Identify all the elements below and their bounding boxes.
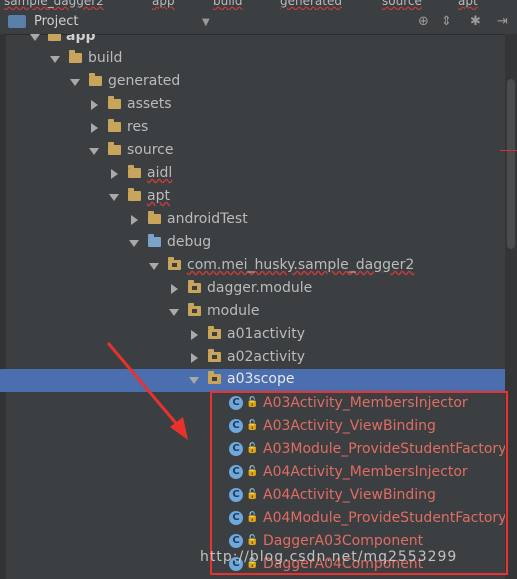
tree-label-dagger-module: dagger.module xyxy=(207,280,313,296)
folder-icon xyxy=(89,73,102,86)
tree-label-apt: apt xyxy=(147,188,170,204)
collapse-arrow-icon[interactable] xyxy=(91,123,98,133)
tree-row-a01activity[interactable]: a01activity xyxy=(0,324,505,347)
package-icon xyxy=(208,371,221,384)
expand-arrow-icon[interactable] xyxy=(169,309,179,316)
tree-row-build[interactable]: build xyxy=(0,48,505,71)
folder-icon xyxy=(128,188,141,201)
package-icon xyxy=(208,349,221,362)
collapse-arrow-icon[interactable] xyxy=(131,215,138,225)
tree-label-build: build xyxy=(88,50,123,66)
expand-arrow-icon[interactable] xyxy=(50,56,60,63)
tree-label-package: com.mei_husky.sample_dagger2 xyxy=(187,257,415,273)
collapse-arrow-icon[interactable] xyxy=(191,330,198,340)
project-panel-header: Project ▼ ⊕ ⇕ ✱ ⇥ xyxy=(0,10,517,35)
folder-icon xyxy=(48,34,61,41)
project-view-icon xyxy=(8,15,26,28)
expand-arrow-icon[interactable] xyxy=(109,194,119,201)
tree-row-a03scope[interactable]: a03scope xyxy=(0,369,505,392)
collapse-arrow-icon[interactable] xyxy=(91,100,98,110)
breadcrumb-item-build[interactable]: build xyxy=(213,0,243,8)
collapse-arrow-icon[interactable] xyxy=(191,353,198,363)
tree-label-source: source xyxy=(127,142,174,158)
tree-label-app: app xyxy=(66,34,96,44)
collapse-arrow-icon[interactable] xyxy=(171,284,178,294)
folder-icon xyxy=(108,119,121,132)
tree-label-generated: generated xyxy=(108,73,181,89)
expand-arrow-icon[interactable] xyxy=(70,79,80,86)
hide-icon[interactable]: ⇥ xyxy=(497,14,508,29)
source-folder-icon xyxy=(148,234,161,247)
folder-icon xyxy=(148,211,161,224)
tree-label-a02activity: a02activity xyxy=(227,349,305,365)
package-icon xyxy=(188,303,201,316)
tree-row-generated[interactable]: generated xyxy=(0,71,505,94)
breadcrumb-item-generated[interactable]: generated xyxy=(280,0,342,8)
target-icon[interactable]: ⊕ xyxy=(418,14,429,29)
package-icon xyxy=(208,326,221,339)
tree-row-debug[interactable]: debug xyxy=(0,232,505,255)
expand-arrow-icon[interactable] xyxy=(149,263,159,270)
tree-label-a03scope: a03scope xyxy=(227,371,295,387)
tree-row-aidl[interactable]: aidl xyxy=(0,163,505,186)
tree-row-apt[interactable]: apt xyxy=(0,186,505,209)
tree-label-androidtest: androidTest xyxy=(167,211,248,227)
tree-row-dagger-module[interactable]: dagger.module xyxy=(0,278,505,301)
package-icon xyxy=(188,280,201,293)
breadcrumb-item-app[interactable]: app xyxy=(152,0,175,8)
tree-row-source[interactable]: source xyxy=(0,140,505,163)
tree-row-assets[interactable]: assets xyxy=(0,94,505,117)
watermark: http://blog.csdn.net/mq2553299 xyxy=(200,549,458,565)
package-icon xyxy=(168,257,181,270)
tree-row-a02activity[interactable]: a02activity xyxy=(0,347,505,370)
expand-arrow-icon[interactable] xyxy=(189,377,199,384)
tree-row-androidtest[interactable]: androidTest xyxy=(0,209,505,232)
expand-arrow-icon[interactable] xyxy=(30,34,40,41)
tree-label-a01activity: a01activity xyxy=(227,326,305,342)
tree-label-aidl: aidl xyxy=(147,165,173,181)
tree-row-res[interactable]: res xyxy=(0,117,505,140)
panel-title[interactable]: Project xyxy=(34,14,78,29)
breadcrumb-item-source[interactable]: source xyxy=(382,0,422,8)
tree-row-app[interactable]: app xyxy=(0,34,505,49)
tree-label-debug: debug xyxy=(167,234,212,250)
folder-icon xyxy=(108,96,121,109)
collapse-arrow-icon[interactable] xyxy=(111,169,118,179)
error-stripe-mark xyxy=(500,150,517,151)
view-dropdown-icon[interactable]: ▼ xyxy=(202,17,210,28)
breadcrumb-item-project[interactable]: sample_dagger2 xyxy=(4,0,104,8)
folder-icon xyxy=(128,165,141,178)
expand-arrow-icon[interactable] xyxy=(89,148,99,155)
tree-label-res: res xyxy=(127,119,149,135)
breadcrumb-item-apt[interactable]: apt xyxy=(458,0,478,8)
scrollbar-thumb[interactable] xyxy=(507,79,515,249)
folder-icon xyxy=(108,142,121,155)
annotation-box xyxy=(210,391,508,575)
folder-icon xyxy=(69,50,82,63)
expand-arrow-icon[interactable] xyxy=(129,240,139,247)
collapse-icon[interactable]: ⇕ xyxy=(441,14,452,29)
tree-label-module: module xyxy=(207,303,260,319)
tree-row-module[interactable]: module xyxy=(0,301,505,324)
tree-label-assets: assets xyxy=(127,96,172,112)
gear-icon[interactable]: ✱ xyxy=(470,14,481,29)
tree-row-package[interactable]: com.mei_husky.sample_dagger2 xyxy=(0,255,505,278)
